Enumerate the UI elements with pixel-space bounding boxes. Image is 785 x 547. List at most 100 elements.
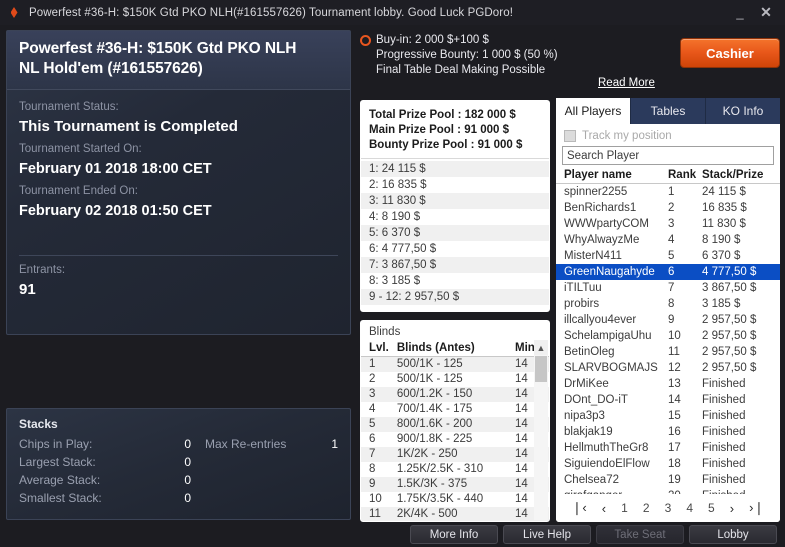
- player-row[interactable]: BetinOleg 11 2 957,50 $: [556, 344, 780, 360]
- player-row[interactable]: SLARVBOGMAJS 12 2 957,50 $: [556, 360, 780, 376]
- stacks-title: Stacks: [19, 417, 58, 431]
- largest-stack-value: 0: [184, 455, 191, 469]
- pager-last[interactable]: ›❘: [749, 500, 764, 516]
- track-my-position-row[interactable]: Track my position: [556, 124, 780, 146]
- pager-page-1[interactable]: 1: [621, 501, 628, 515]
- player-row[interactable]: HellmuthTheGr8 17 Finished: [556, 440, 780, 456]
- chips-in-play-label: Chips in Play:: [19, 437, 93, 451]
- read-more-link[interactable]: Read More: [598, 77, 655, 89]
- player-name: probirs: [564, 298, 600, 310]
- more-info-button[interactable]: More Info: [410, 525, 498, 544]
- blinds-cell-lvl: 4: [369, 403, 376, 415]
- player-row[interactable]: SchelampigaUhu 10 2 957,50 $: [556, 328, 780, 344]
- player-name: illcallyou4ever: [564, 314, 637, 326]
- pager-page-3[interactable]: 3: [665, 501, 672, 515]
- player-name: BetinOleg: [564, 346, 615, 358]
- player-rank: 16: [668, 426, 681, 438]
- footer-button-bar: More Info Live Help Take Seat Lobby: [0, 522, 785, 547]
- blinds-cell-lvl: 6: [369, 433, 376, 445]
- minimize-button[interactable]: _: [729, 0, 751, 25]
- players-tabs: All Players Tables KO Info: [556, 98, 780, 124]
- average-stack-value: 0: [184, 473, 191, 487]
- blinds-cell-lvl: 3: [369, 388, 376, 400]
- chevron-up-icon[interactable]: ▲: [534, 340, 548, 355]
- player-rank: 7: [668, 282, 675, 294]
- bounty-prize-pool: Bounty Prize Pool : 91 000 $: [369, 139, 523, 151]
- prize-row: 1: 24 115 $: [361, 161, 549, 177]
- cashier-button[interactable]: Cashier: [680, 38, 780, 68]
- player-row[interactable]: nipa3p3 15 Finished: [556, 408, 780, 424]
- player-stack: 2 957,50 $: [702, 362, 757, 374]
- blinds-scrollbar[interactable]: ▲: [534, 340, 548, 520]
- pager-first[interactable]: ❘‹: [572, 500, 587, 516]
- track-position-label: Track my position: [582, 130, 672, 142]
- blinds-row: 11 2K/4K - 500 14: [361, 507, 549, 521]
- tab-tables[interactable]: Tables: [631, 98, 706, 124]
- player-row[interactable]: WhyAlwayzMe 4 8 190 $: [556, 232, 780, 248]
- stacks-row-chips: Chips in Play: 0 Max Re-entries 1: [19, 435, 338, 453]
- player-row[interactable]: spinner2255 1 24 115 $: [556, 184, 780, 200]
- tournament-title-block: Powerfest #36-H: $150K Gtd PKO NLH NL Ho…: [7, 31, 350, 90]
- player-rank: 5: [668, 250, 675, 262]
- pager-page-5[interactable]: 5: [708, 501, 715, 515]
- pager-prev[interactable]: ‹: [602, 501, 606, 516]
- prize-row: 6: 4 777,50 $: [369, 243, 437, 255]
- average-stack-label: Average Stack:: [19, 473, 101, 487]
- status-value: This Tournament is Completed: [19, 118, 238, 135]
- scrollbar-thumb[interactable]: [535, 356, 547, 382]
- buyin-area: Buy-in: 2 000 $+100 $ Progressive Bounty…: [360, 33, 780, 91]
- player-row[interactable]: MisterN411 5 6 370 $: [556, 248, 780, 264]
- player-row[interactable]: BenRichards1 2 16 835 $: [556, 200, 780, 216]
- players-panel: All Players Tables KO Info Track my positi…: [556, 98, 780, 522]
- players-header-row: Player name Rank Stack/Prize: [556, 168, 780, 184]
- close-button[interactable]: ✕: [755, 0, 777, 25]
- tournament-details: Tournament Status: This Tournament is Co…: [7, 90, 350, 240]
- player-row[interactable]: probirs 8 3 185 $: [556, 296, 780, 312]
- blinds-cell-lvl: 8: [369, 463, 376, 475]
- player-row[interactable]: DrMiKee 13 Finished: [556, 376, 780, 392]
- chip-icon: [360, 35, 371, 46]
- player-row[interactable]: illcallyou4ever 9 2 957,50 $: [556, 312, 780, 328]
- tab-ko-info[interactable]: KO Info: [706, 98, 780, 124]
- player-stack: 24 115 $: [702, 186, 746, 198]
- player-row[interactable]: WWWpartyCOM 3 11 830 $: [556, 216, 780, 232]
- prize-row: 4: 8 190 $: [369, 211, 421, 223]
- max-reentries-label: Max Re-entries: [205, 437, 287, 451]
- player-rank: 4: [668, 234, 675, 246]
- player-stack: Finished: [702, 410, 746, 422]
- blinds-cell-lvl: 2: [369, 373, 376, 385]
- player-row[interactable]: GreenNaugahyde 6 4 777,50 $: [556, 264, 780, 280]
- player-row[interactable]: SiguiendoElFlow 18 Finished: [556, 456, 780, 472]
- player-rank: 8: [668, 298, 675, 310]
- blinds-cell-blinds: 700/1.4K - 175: [396, 403, 473, 415]
- player-name: BenRichards1: [564, 202, 637, 214]
- player-row[interactable]: iTILTuu 7 3 867,50 $: [556, 280, 780, 296]
- entrants-label: Entrants:: [19, 264, 66, 276]
- blinds-row: 7 1K/2K - 250 14: [361, 447, 549, 462]
- blinds-header-blinds: Blinds (Antes): [388, 341, 507, 357]
- pager-page-4[interactable]: 4: [686, 501, 693, 515]
- tab-all-players[interactable]: All Players: [556, 98, 631, 124]
- pager-page-2[interactable]: 2: [643, 501, 650, 515]
- blinds-cell-blinds: 500/1K - 125: [396, 358, 463, 370]
- prize-row: 8: 3 185 $: [369, 275, 421, 287]
- pager-next[interactable]: ›: [730, 501, 734, 516]
- buyin-details: Buy-in: 2 000 $+100 $ Progressive Bounty…: [360, 33, 558, 78]
- lobby-button[interactable]: Lobby: [689, 525, 777, 544]
- track-position-checkbox[interactable]: [564, 130, 576, 142]
- player-row[interactable]: blakjak19 16 Finished: [556, 424, 780, 440]
- live-help-button[interactable]: Live Help: [503, 525, 591, 544]
- search-player-input[interactable]: [567, 149, 769, 162]
- player-row[interactable]: Chelsea72 19 Finished: [556, 472, 780, 488]
- search-player-box[interactable]: [562, 146, 774, 165]
- player-stack: 2 957,50 $: [702, 330, 757, 342]
- buyin-line-1: Buy-in: 2 000 $+100 $: [360, 33, 558, 48]
- player-name: Chelsea72: [564, 474, 619, 486]
- player-row[interactable]: DOnt_DO-iT 14 Finished: [556, 392, 780, 408]
- tournament-name-line2: NL Hold'em (#161557626): [19, 60, 203, 77]
- player-name: SiguiendoElFlow: [564, 458, 650, 470]
- player-name: blakjak19: [564, 426, 613, 438]
- players-list: spinner2255 1 24 115 $ BenRichards1 2 16 835 …: [556, 184, 780, 504]
- player-stack: 2 957,50 $: [702, 346, 757, 358]
- entrants-block: Entrants: 91: [7, 256, 350, 334]
